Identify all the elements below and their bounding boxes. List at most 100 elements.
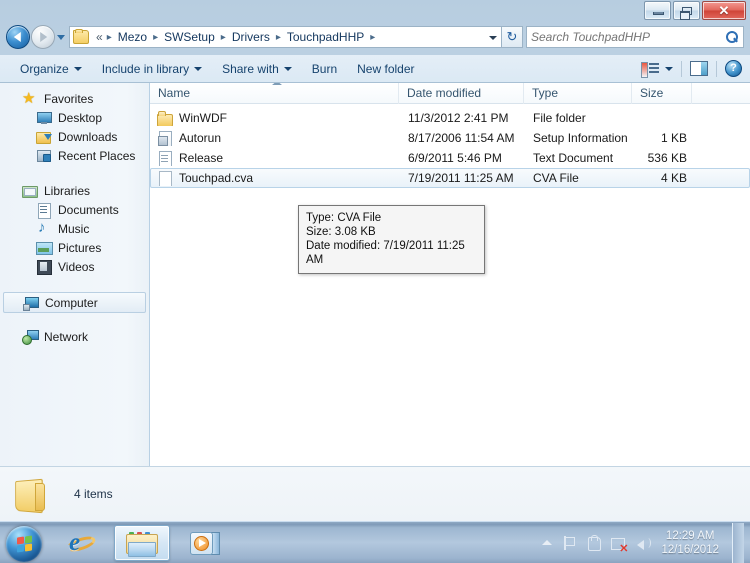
sidebar-item-libraries[interactable]: Libraries (0, 181, 149, 200)
table-row[interactable]: WinWDF 11/3/2012 2:41 PM File folder (150, 108, 750, 128)
file-name: Release (179, 151, 224, 165)
sidebar-item-favorites[interactable]: Favorites (0, 89, 149, 108)
search-box[interactable] (526, 26, 744, 48)
toolbar-share-with-button[interactable]: Share with (212, 59, 302, 79)
explorer-window: ✕ « ▸ Mezo ▸ SWSetup ▸ Drivers ▸ Touchpa… (0, 0, 750, 521)
documents-icon (36, 202, 52, 219)
breadcrumb-separator[interactable]: ▸ (272, 32, 285, 43)
close-button[interactable]: ✕ (702, 1, 746, 20)
action-center-flag-icon[interactable] (561, 535, 577, 551)
action-center-icon[interactable] (586, 534, 602, 551)
breadcrumb-separator[interactable]: ▸ (103, 32, 116, 43)
command-toolbar: Organize Include in library Share with B… (0, 55, 750, 83)
toolbar-organize-button[interactable]: Organize (10, 59, 92, 79)
sidebar-item-label: Desktop (58, 110, 103, 125)
preview-pane-icon[interactable] (690, 61, 708, 76)
show-hidden-icons-icon[interactable] (542, 540, 553, 545)
breadcrumb-separator[interactable]: ▸ (149, 32, 162, 43)
clock-time: 12:29 AM (665, 529, 715, 542)
table-row[interactable]: Autorun 8/17/2006 11:54 AM Setup Informa… (150, 128, 750, 148)
search-input[interactable] (531, 30, 725, 44)
breadcrumb-item-swsetup[interactable]: SWSetup (162, 30, 217, 44)
recent-pages-button[interactable] (55, 27, 67, 47)
breadcrumb-item-drivers[interactable]: Drivers (230, 30, 272, 44)
sidebar-item-documents[interactable]: Documents (0, 200, 149, 219)
titlebar: ✕ (0, 0, 750, 23)
item-count-label: 4 items (74, 487, 113, 501)
file-size-cell: 536 KB (647, 151, 687, 165)
toolbar-share-with-label: Share with (222, 61, 279, 76)
breadcrumb-overflow[interactable]: « (94, 30, 103, 44)
breadcrumb-separator[interactable]: ▸ (366, 32, 379, 43)
toolbar-divider (681, 60, 682, 77)
chevron-down-icon (194, 66, 203, 71)
file-type-cell: File folder (533, 111, 586, 125)
sidebar-item-pictures[interactable]: Pictures (0, 238, 149, 257)
sidebar-item-downloads[interactable]: Downloads (0, 127, 149, 146)
sidebar-item-recent-places[interactable]: Recent Places (0, 146, 149, 165)
star-icon (22, 89, 38, 107)
chevron-down-icon[interactable] (665, 66, 673, 71)
folder-icon (14, 477, 52, 511)
column-headers: Name Date modified Type Size (150, 83, 750, 104)
taskbar-item-windows-explorer[interactable] (114, 524, 170, 561)
windows-media-player-icon (190, 531, 220, 557)
previous-locations-button[interactable] (485, 26, 501, 48)
help-icon[interactable]: ? (725, 60, 742, 77)
taskbar-item-internet-explorer[interactable]: e (52, 525, 108, 561)
table-row[interactable]: Touchpad.cva 7/19/2011 11:25 AM CVA File… (150, 168, 750, 188)
show-desktop-button[interactable] (732, 522, 744, 563)
toolbar-divider (716, 60, 717, 77)
sidebar-item-computer[interactable]: Computer (3, 292, 146, 313)
restore-button[interactable] (673, 1, 700, 20)
breadcrumb-item-mezo[interactable]: Mezo (116, 30, 149, 44)
sidebar-item-label: Recent Places (58, 148, 136, 163)
sidebar-item-desktop[interactable]: Desktop (0, 108, 149, 127)
refresh-button[interactable]: ↻ (501, 26, 523, 48)
sidebar-item-label: Libraries (44, 183, 91, 198)
toolbar-new-folder-button[interactable]: New folder (347, 59, 424, 79)
column-header-type[interactable]: Type (524, 83, 632, 104)
column-header-size[interactable]: Size (632, 83, 692, 104)
file-rows: WinWDF 11/3/2012 2:41 PM File folder Aut… (150, 104, 750, 188)
minimize-button[interactable] (644, 1, 671, 20)
blank-file-icon (157, 170, 173, 186)
file-size-cell: 4 KB (660, 171, 687, 185)
file-name-cell: Autorun (151, 130, 400, 146)
sidebar-item-videos[interactable]: Videos (0, 257, 149, 276)
folder-icon (157, 110, 173, 126)
change-view-icon[interactable] (641, 61, 659, 78)
file-type-cell: Text Document (533, 151, 614, 165)
breadcrumb[interactable]: « ▸ Mezo ▸ SWSetup ▸ Drivers ▸ TouchpadH… (69, 26, 485, 48)
back-button[interactable] (6, 25, 30, 49)
internet-explorer-icon: e (64, 530, 98, 556)
toolbar-right-group: ? (641, 60, 750, 78)
chevron-down-icon (73, 66, 82, 71)
libraries-icon (22, 184, 38, 198)
toolbar-burn-button[interactable]: Burn (302, 59, 347, 79)
sidebar-item-music[interactable]: Music (0, 219, 149, 238)
tooltip-line-size: Size: 3.08 KB (306, 226, 376, 238)
breadcrumb-item-touchpadhhp[interactable]: TouchpadHHP (285, 30, 366, 44)
start-button[interactable] (2, 523, 46, 563)
toolbar-new-folder-label: New folder (357, 61, 415, 76)
toolbar-include-in-library-label: Include in library (101, 61, 190, 76)
forward-button[interactable] (31, 25, 55, 49)
column-header-name[interactable]: Name (150, 83, 399, 104)
restore-icon (680, 7, 692, 20)
sidebar-item-label: Pictures (58, 240, 102, 255)
column-header-date-modified[interactable]: Date modified (399, 83, 524, 104)
breadcrumb-separator[interactable]: ▸ (217, 32, 230, 43)
sidebar-item-network[interactable]: Network (0, 327, 149, 346)
pictures-icon (36, 241, 53, 255)
taskbar-item-windows-media-player[interactable] (176, 525, 232, 561)
toolbar-include-in-library-button[interactable]: Include in library (92, 59, 212, 79)
volume-icon[interactable] (636, 535, 652, 551)
table-row[interactable]: Release 6/9/2011 5:46 PM Text Document 5… (150, 148, 750, 168)
network-disconnected-icon[interactable] (611, 535, 628, 554)
clock[interactable]: 12:29 AM 12/16/2012 (661, 529, 719, 557)
search-icon[interactable] (725, 30, 739, 44)
music-icon (36, 219, 52, 236)
file-list-pane[interactable]: Name Date modified Type Size WinWDF 11/3… (150, 83, 750, 466)
